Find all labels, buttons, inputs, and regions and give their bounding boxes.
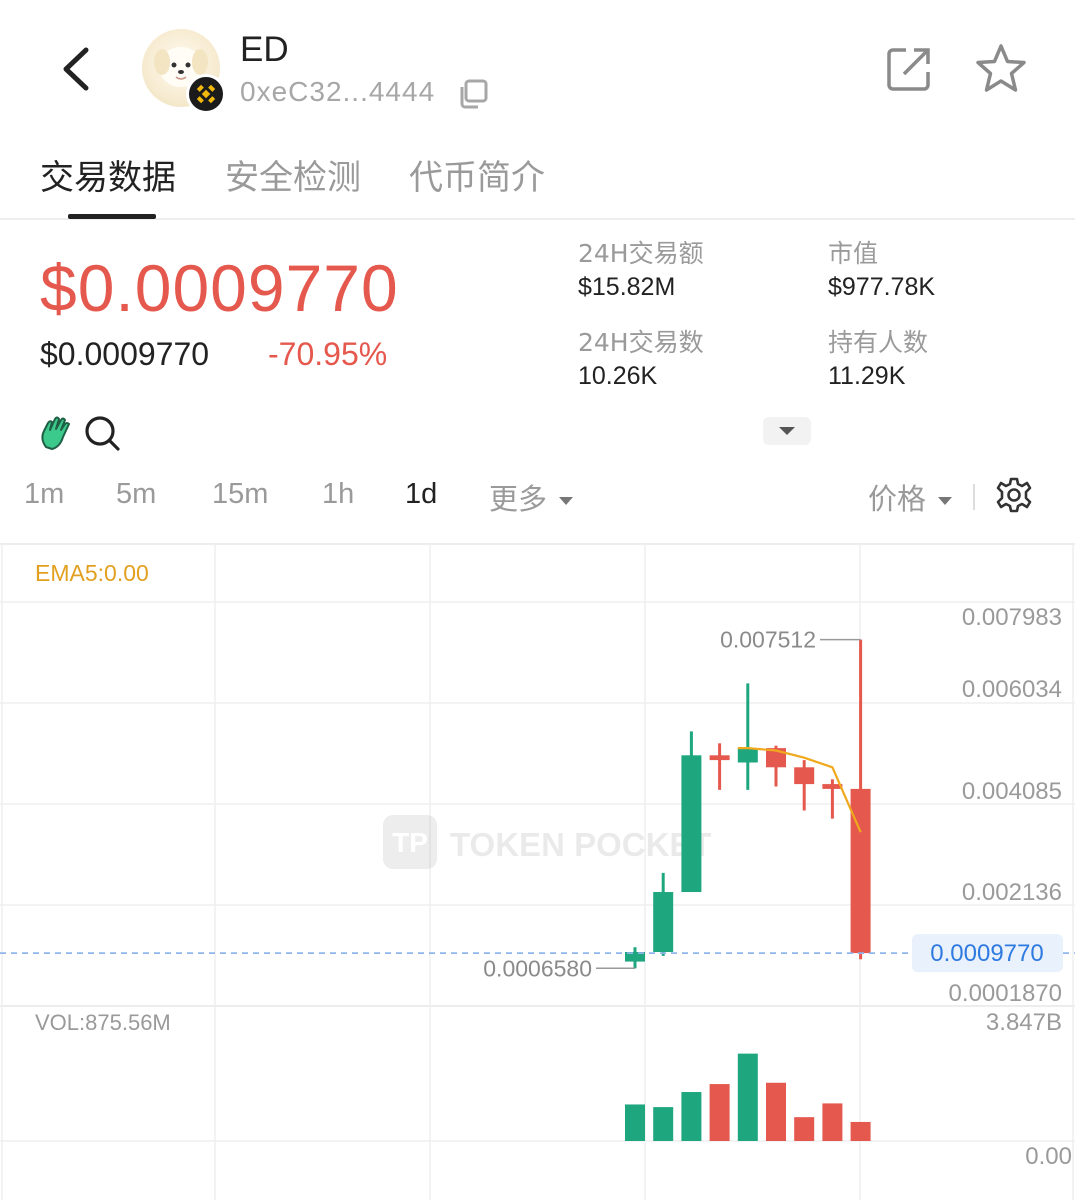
max-price-label: 0.007512 xyxy=(720,627,816,653)
candlestick-chart[interactable]: TP TOKEN POCKET EMA5:0.00 VOL:875.56M 0.… xyxy=(0,543,1075,1200)
min-price-label: 0.0006580 xyxy=(483,955,592,981)
candle-body[interactable] xyxy=(653,892,674,952)
volume-bar[interactable] xyxy=(794,1117,815,1141)
volume-24h-label: 24H交易额 xyxy=(578,239,704,268)
interval-5m[interactable]: 5m xyxy=(116,478,156,511)
holders-label: 持有人数 xyxy=(828,328,929,357)
watermark-text: TOKEN POCKET xyxy=(450,826,712,863)
interval-15m[interactable]: 15m xyxy=(212,478,268,511)
active-tab-indicator xyxy=(68,214,156,219)
market-cap-label: 市值 xyxy=(828,239,879,268)
volume-bar[interactable] xyxy=(822,1103,843,1141)
volume-bar[interactable] xyxy=(681,1092,702,1141)
market-cap-value: $977.78K xyxy=(828,273,936,301)
current-price-tag-label: 0.0009770 xyxy=(930,940,1043,967)
interval-1h[interactable]: 1h xyxy=(322,478,354,511)
token-address: 0xeC32...4444 xyxy=(240,76,436,107)
volume-bar[interactable] xyxy=(709,1084,730,1141)
more-intervals-label: 更多 xyxy=(489,482,548,516)
waving-hand-icon[interactable] xyxy=(36,413,76,453)
candle-body[interactable] xyxy=(794,767,815,785)
price-mode-label: 价格 xyxy=(868,482,927,516)
volume-bar[interactable] xyxy=(766,1082,786,1141)
tab-trading-data[interactable]: 交易数据 xyxy=(40,150,176,199)
favorite-star-icon[interactable] xyxy=(974,42,1028,96)
price-change-percent: -70.95% xyxy=(268,336,388,372)
candle-body[interactable] xyxy=(681,755,702,893)
interval-1m[interactable]: 1m xyxy=(24,478,64,511)
triangle-down-icon xyxy=(779,427,795,435)
header: ED 0xeC32...4444 xyxy=(0,0,1075,130)
volume-24h-value: $15.82M xyxy=(578,273,676,301)
volume-tick: 0.00 xyxy=(1025,1143,1072,1170)
holders-value: 11.29K xyxy=(828,362,906,390)
interval-1d[interactable]: 1d xyxy=(405,478,437,511)
volume-bar[interactable] xyxy=(625,1104,645,1141)
watermark-logo-icon: TP xyxy=(383,815,437,869)
tab-token-intro[interactable]: 代币简介 xyxy=(409,150,545,199)
price-mode-dropdown[interactable]: 价格 xyxy=(868,476,953,518)
current-price-secondary: $0.0009770 xyxy=(40,336,210,372)
caret-down-icon xyxy=(938,497,953,505)
ema-indicator-label: EMA5:0.00 xyxy=(35,560,149,586)
tab-bar: 交易数据 安全检测 代币简介 xyxy=(0,130,1075,220)
token-name: ED xyxy=(240,30,289,69)
toolbar-divider xyxy=(973,484,975,510)
price-tick: 0.004085 xyxy=(962,778,1062,805)
current-price: $0.0009770 xyxy=(40,251,399,325)
gear-icon[interactable] xyxy=(995,476,1033,514)
price-tick: 0.006034 xyxy=(962,676,1062,703)
price-tick: 0.002136 xyxy=(962,879,1062,906)
volume-bar[interactable] xyxy=(653,1107,674,1141)
share-external-icon[interactable] xyxy=(884,44,934,94)
volume-bar[interactable] xyxy=(850,1121,871,1141)
tab-security-check[interactable]: 安全检测 xyxy=(225,150,361,199)
volume-tick: 3.847B xyxy=(986,1009,1062,1036)
candle-body[interactable] xyxy=(709,755,730,761)
volume-indicator-label: VOL:875.56M xyxy=(35,1010,171,1035)
price-tick: 0.007983 xyxy=(962,604,1062,631)
chart-grid xyxy=(0,543,1075,1200)
price-tick: 0.0001870 xyxy=(949,980,1062,1007)
collapse-toggle-button[interactable] xyxy=(763,417,811,445)
bnb-chain-icon xyxy=(186,74,226,114)
copy-icon[interactable] xyxy=(456,78,490,110)
back-arrow-icon[interactable] xyxy=(52,42,102,96)
search-icon[interactable] xyxy=(82,413,122,453)
more-intervals-dropdown[interactable]: 更多 xyxy=(489,476,574,518)
volume-bar[interactable] xyxy=(737,1053,758,1141)
caret-down-icon xyxy=(559,497,574,505)
svg-text:TP: TP xyxy=(392,827,428,858)
trades-24h-value: 10.26K xyxy=(578,362,658,390)
trades-24h-label: 24H交易数 xyxy=(578,328,704,357)
volume-bars-layer xyxy=(625,1053,871,1141)
candle-body[interactable] xyxy=(737,748,758,763)
